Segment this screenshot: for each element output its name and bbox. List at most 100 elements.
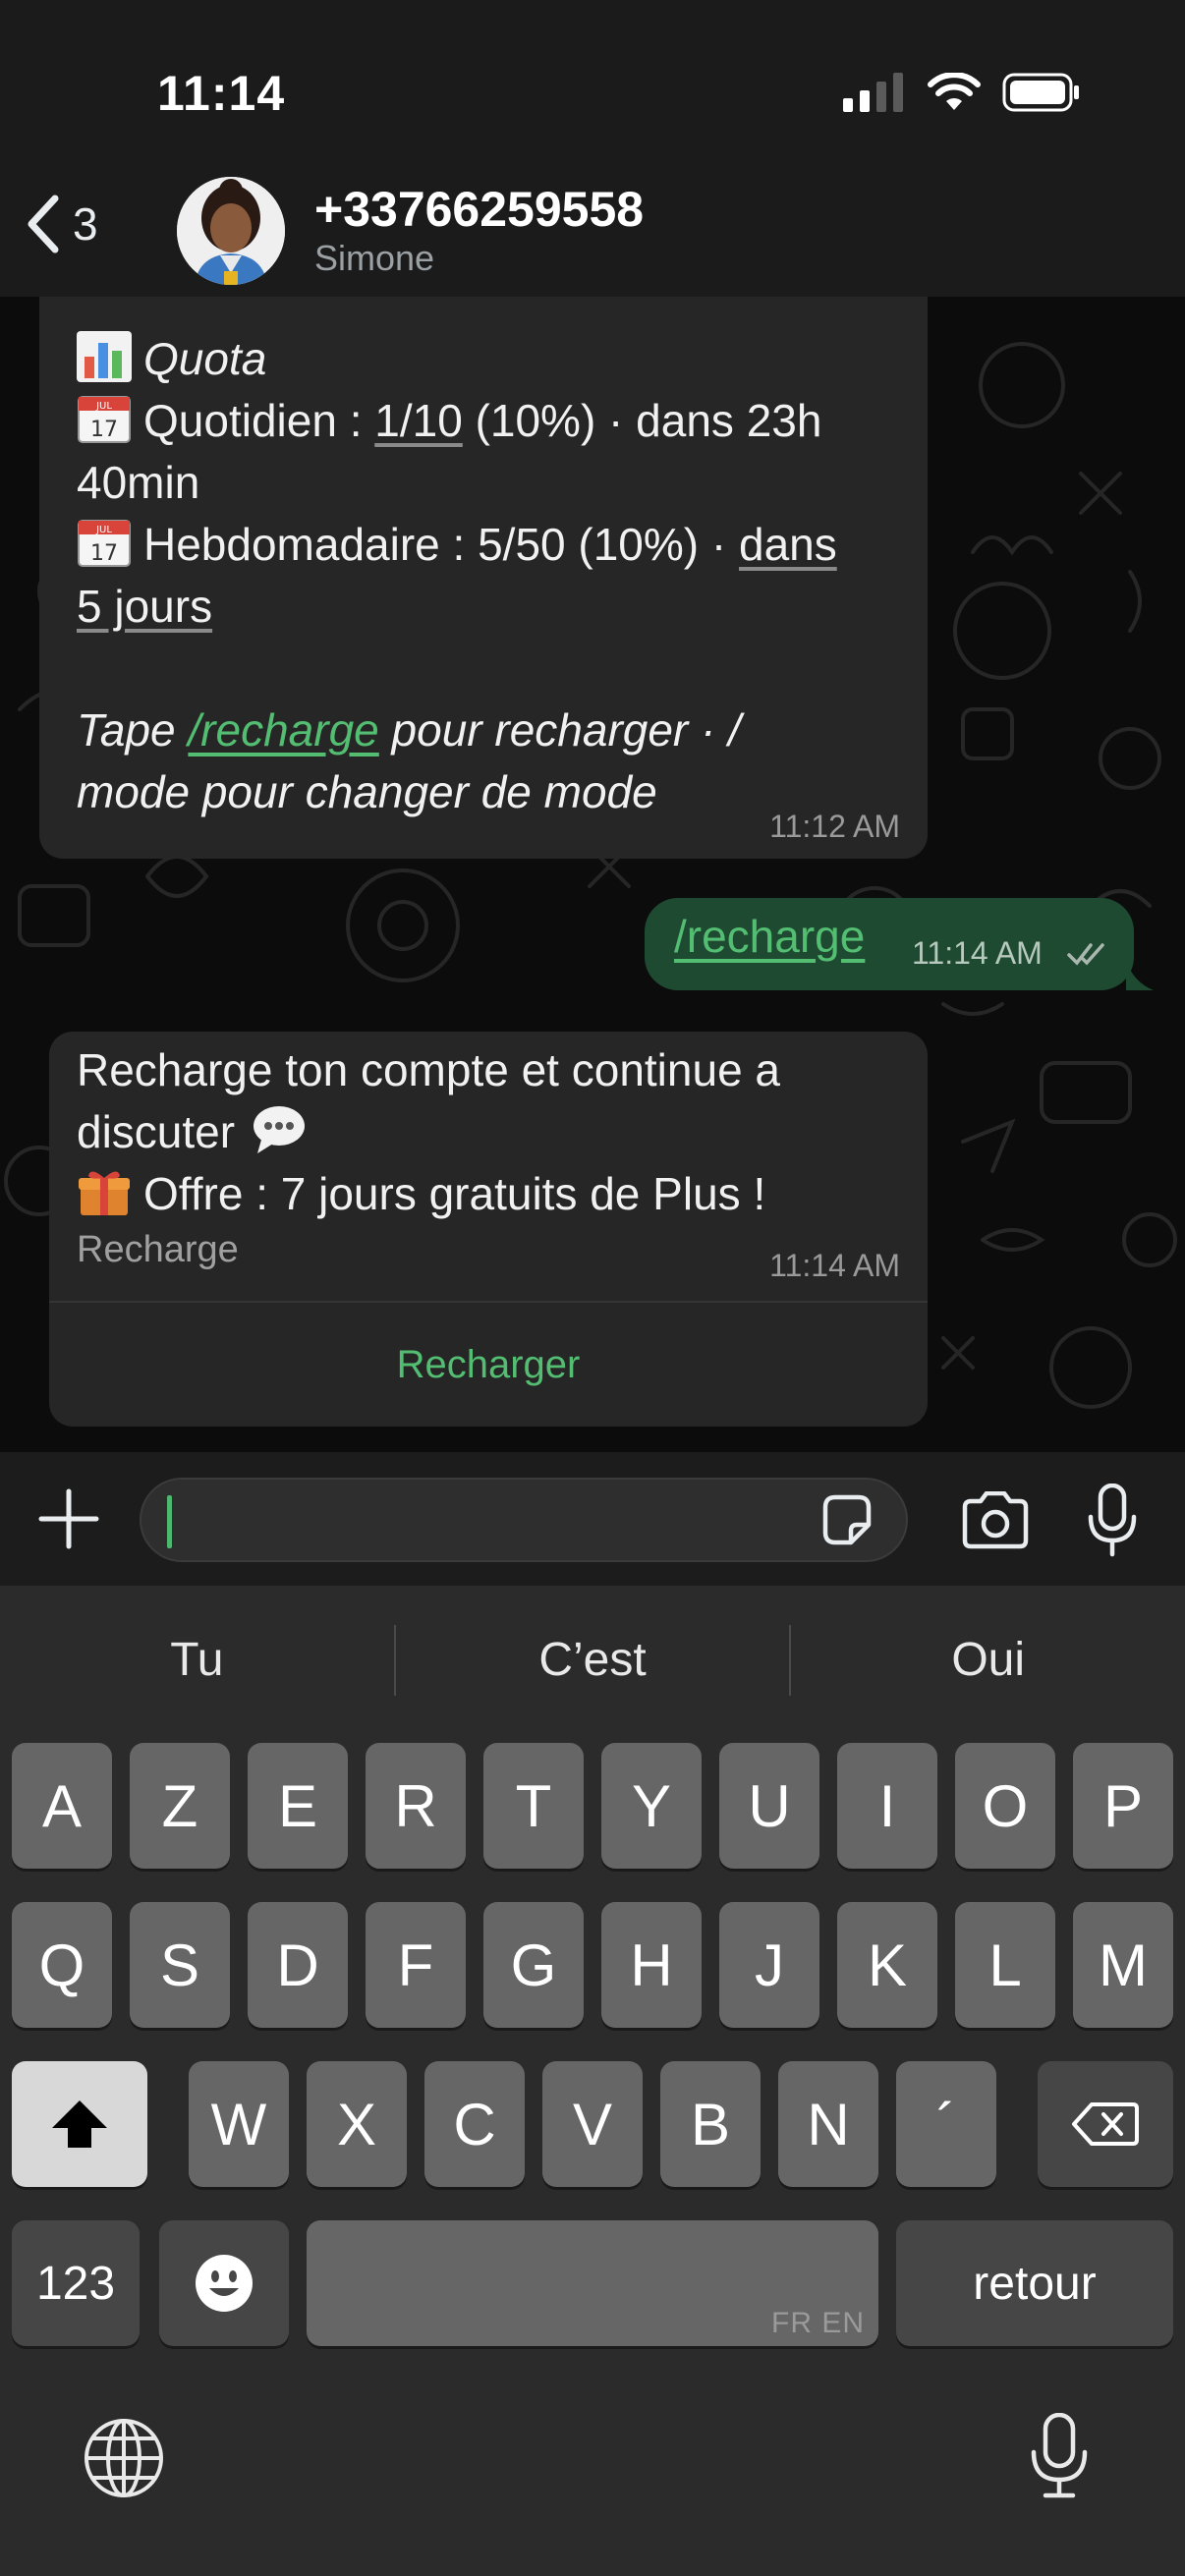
bubble-tail (1126, 961, 1154, 990)
daily-rest: (10%) · dans 23h (462, 395, 822, 446)
key-w[interactable]: W (189, 2061, 289, 2187)
key-c[interactable]: C (424, 2061, 525, 2187)
emoji-key[interactable] (159, 2220, 289, 2346)
space-languages: FR EN (771, 2307, 865, 2339)
key-l[interactable]: L (955, 1902, 1055, 2028)
key-b[interactable]: B (660, 2061, 761, 2187)
weekly-label: Hebdomadaire : 5/50 (10%) · (143, 519, 739, 570)
microphone-icon[interactable] (1085, 1484, 1140, 1558)
key-q[interactable]: Q (12, 1902, 112, 2028)
chat-area[interactable]: Quota JUL 17 Quotidien : 1/10 (10%) · da… (0, 297, 1185, 1452)
message-composer (0, 1452, 1185, 1586)
calendar-day: 17 (90, 541, 118, 566)
recharge-line-3-wrap: Offre : 7 jours gratuits de Plus ! (77, 1163, 912, 1225)
quota-body: Quota JUL 17 Quotidien : 1/10 (10%) · da… (77, 328, 922, 823)
message-outgoing[interactable]: /recharge 11:14 AM (645, 898, 1134, 990)
daily-label: Quotidien : (143, 395, 375, 446)
message-recharge[interactable]: Recharge ton compte et continue a discut… (49, 1032, 928, 1427)
status-time: 11:14 (157, 66, 286, 121)
suggestion-bar: Tu C’est Oui (0, 1586, 1185, 1733)
key-m[interactable]: M (1073, 1902, 1173, 2028)
recharge-line-1: Recharge ton compte et continue a (77, 1044, 781, 1095)
tip-line: Tape /recharge pour recharger · / (77, 700, 922, 761)
key-k[interactable]: K (837, 1902, 937, 2028)
status-bar: 11:14 (0, 0, 1185, 177)
dictation-icon[interactable] (1028, 2413, 1091, 2499)
key-s[interactable]: S (130, 1902, 230, 2028)
weekly-link-1[interactable]: dans (739, 519, 837, 570)
key-f[interactable]: F (366, 1902, 466, 2028)
suggestion-1[interactable]: Tu (0, 1586, 394, 1733)
calendar-month: JUL (95, 401, 112, 412)
key-p[interactable]: P (1073, 1743, 1173, 1869)
backspace-icon (1072, 2102, 1139, 2146)
quota-title-line: Quota (77, 328, 922, 390)
text-caret (167, 1495, 172, 1548)
status-icons (843, 73, 1081, 112)
key-t[interactable]: T (483, 1743, 584, 1869)
emoji-icon (196, 2255, 253, 2312)
message-input[interactable] (140, 1478, 908, 1562)
avatar-image (177, 177, 285, 285)
numbers-key[interactable]: 123 (12, 2220, 140, 2346)
message-time: 11:14 AM (769, 1248, 900, 1283)
recharge-command-link[interactable]: /recharge (188, 704, 378, 756)
key-j[interactable]: J (719, 1902, 819, 2028)
message-time: 11:12 AM (769, 809, 900, 844)
space-key[interactable]: FR EN (307, 2220, 878, 2346)
key-accent[interactable]: ´ (896, 2061, 996, 2187)
speech-bubble-icon (253, 1106, 305, 1153)
recharge-line-3: Offre : 7 jours gratuits de Plus ! (143, 1168, 766, 1219)
key-r[interactable]: R (366, 1743, 466, 1869)
camera-icon[interactable] (959, 1491, 1032, 1550)
key-n[interactable]: N (778, 2061, 878, 2187)
key-x[interactable]: X (307, 2061, 407, 2187)
key-u[interactable]: U (719, 1743, 819, 1869)
key-z[interactable]: Z (130, 1743, 230, 1869)
quota-title: Quota (143, 333, 267, 384)
outgoing-command[interactable]: /recharge (674, 910, 865, 963)
signal-icon (843, 73, 903, 112)
message-time: 11:14 AM (912, 935, 1043, 971)
contact-number[interactable]: +33766259558 (314, 181, 644, 238)
globe-icon[interactable] (83, 2417, 165, 2499)
tip-mid: pour recharger · / (378, 704, 741, 756)
quota-weekly-line: JUL 17 Hebdomadaire : 5/50 (10%) · dans (77, 514, 922, 576)
key-y[interactable]: Y (601, 1743, 702, 1869)
weekly-link-2[interactable]: 5 jours (77, 581, 212, 632)
message-quota[interactable]: Quota JUL 17 Quotidien : 1/10 (10%) · da… (39, 297, 928, 859)
key-d[interactable]: D (248, 1902, 348, 2028)
suggestion-3[interactable]: Oui (791, 1586, 1185, 1733)
key-g[interactable]: G (483, 1902, 584, 2028)
shift-key[interactable] (12, 2061, 147, 2187)
daily-rest-line2: 40min (77, 457, 200, 508)
sticker-icon[interactable] (818, 1491, 876, 1550)
recharge-line-2: discuter (77, 1101, 912, 1163)
recharge-line-2-text: discuter (77, 1106, 248, 1157)
key-i[interactable]: I (837, 1743, 937, 1869)
back-button[interactable]: 3 (24, 195, 98, 253)
key-o[interactable]: O (955, 1743, 1055, 1869)
key-e[interactable]: E (248, 1743, 348, 1869)
daily-value[interactable]: 1/10 (374, 395, 463, 446)
plus-icon[interactable] (37, 1487, 100, 1550)
contact-name: Simone (314, 238, 435, 278)
key-h[interactable]: H (601, 1902, 702, 2028)
back-chevron-icon (28, 195, 59, 253)
read-receipt-icon (1067, 943, 1104, 966)
recharge-button[interactable]: Recharger (49, 1303, 928, 1427)
calendar-icon: JUL 17 (78, 520, 131, 567)
backspace-key[interactable] (1038, 2061, 1173, 2187)
gift-icon (79, 1171, 130, 1215)
return-key[interactable]: retour (896, 2220, 1173, 2346)
calendar-icon: JUL 17 (78, 396, 131, 443)
avatar[interactable] (177, 177, 285, 285)
key-v[interactable]: V (542, 2061, 643, 2187)
key-a[interactable]: A (12, 1743, 112, 1869)
unread-count: 3 (73, 198, 98, 250)
quota-daily-line: JUL 17 Quotidien : 1/10 (10%) · dans 23h (77, 390, 922, 452)
suggestion-2[interactable]: C’est (396, 1586, 790, 1733)
calendar-month: JUL (95, 525, 112, 535)
recharge-body: Recharge ton compte et continue a discut… (77, 1039, 912, 1274)
